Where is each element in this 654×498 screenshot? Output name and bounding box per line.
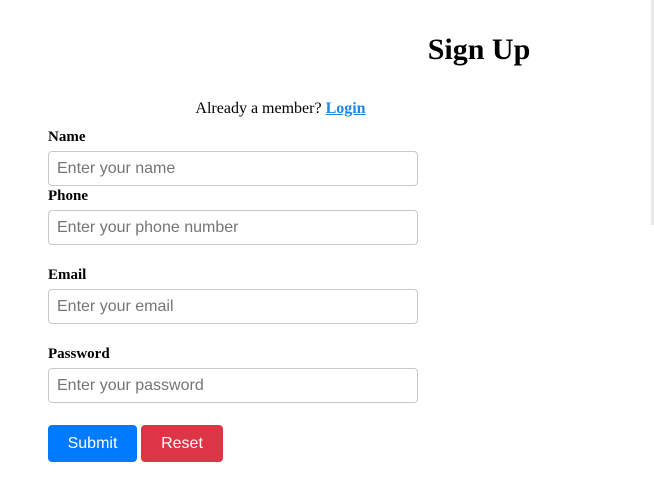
email-label: Email [48, 267, 87, 283]
login-link[interactable]: Login [326, 100, 366, 117]
password-input[interactable] [48, 368, 418, 403]
phone-input[interactable] [48, 210, 418, 245]
name-label: Name [48, 129, 86, 145]
name-input[interactable] [48, 151, 418, 186]
login-prompt: Already a member? Login [0, 99, 561, 119]
email-input[interactable] [48, 289, 418, 324]
phone-label: Phone [48, 188, 89, 204]
submit-button[interactable]: Submit [48, 425, 137, 462]
password-label: Password [48, 346, 110, 362]
page-title: Sign Up [427, 33, 531, 66]
reset-button[interactable]: Reset [141, 425, 223, 462]
login-prompt-text: Already a member? [195, 100, 322, 117]
